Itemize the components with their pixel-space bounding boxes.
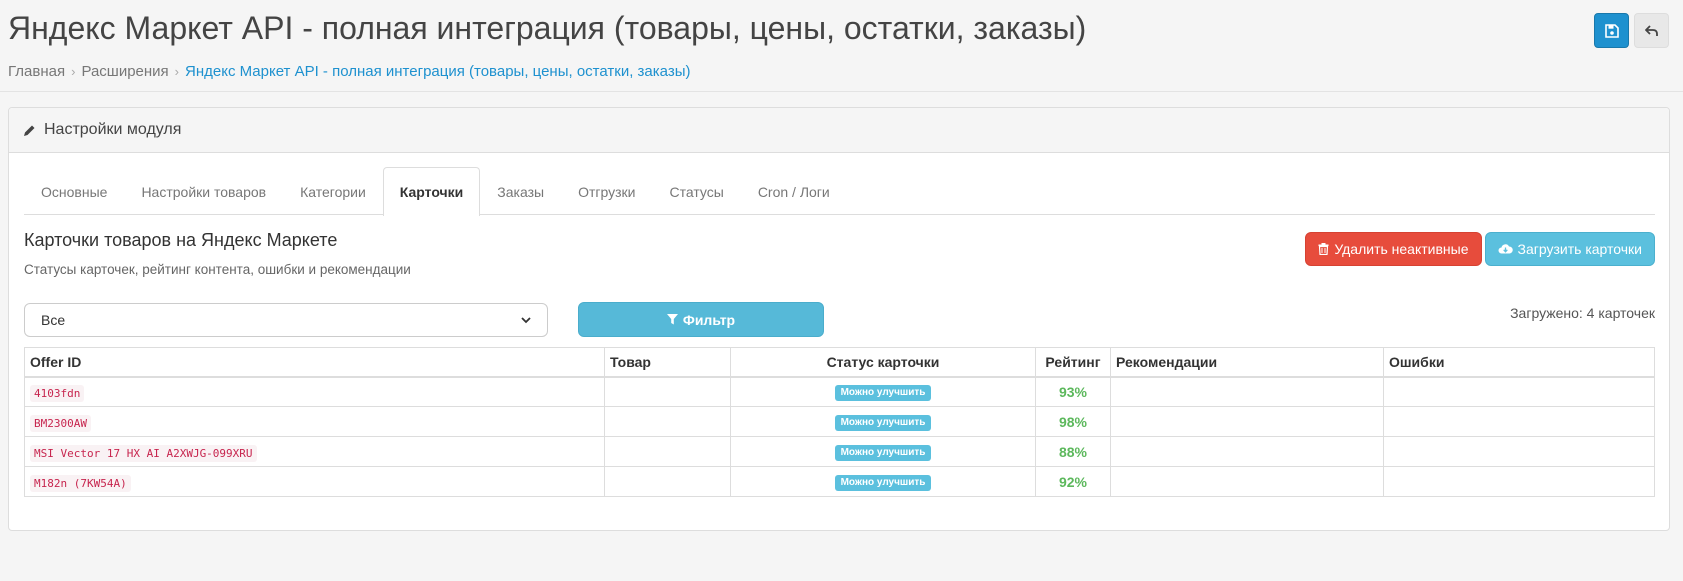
select-value: Все bbox=[41, 312, 66, 328]
delete-inactive-button[interactable]: Удалить неактивные bbox=[1305, 232, 1482, 266]
errors-cell bbox=[1383, 436, 1655, 467]
chevron-down-icon bbox=[521, 316, 531, 323]
filter-label: Фильтр bbox=[682, 311, 736, 328]
pencil-icon bbox=[24, 125, 35, 136]
table-header-row: Offer ID Товар Статус карточки Рейтинг Р… bbox=[24, 347, 1655, 378]
offer-id: 4103fdn bbox=[30, 384, 85, 402]
tab-categories[interactable]: Категории bbox=[283, 167, 383, 215]
table-row: BM2300AW Можно улучшить 98% bbox=[24, 406, 1655, 437]
breadcrumb-separator: › bbox=[71, 64, 76, 79]
recommendations-cell bbox=[1110, 406, 1384, 437]
save-button[interactable] bbox=[1594, 13, 1629, 48]
offer-id: M182n (7KW54A) bbox=[30, 474, 131, 492]
column-header-card-status[interactable]: Статус карточки bbox=[730, 347, 1036, 378]
page-title: Яндекс Маркет API - полная интеграция (т… bbox=[8, 10, 1087, 46]
recommendations-cell bbox=[1110, 466, 1384, 497]
breadcrumb: Главная › Расширения › Яндекс Маркет API - п… bbox=[8, 63, 690, 80]
table-row: MSI Vector 17 HX AI A2XWJG-099XRU Можно … bbox=[24, 436, 1655, 467]
breadcrumb-extensions[interactable]: Расширения bbox=[81, 63, 168, 80]
offer-id: BM2300AW bbox=[30, 414, 91, 432]
breadcrumb-separator: › bbox=[174, 64, 180, 79]
tab-orders[interactable]: Заказы bbox=[480, 167, 561, 215]
delete-inactive-label: Удалить неактивные bbox=[1334, 241, 1469, 257]
column-header-recommendations[interactable]: Рекомендации bbox=[1110, 347, 1384, 378]
rating-value: 98% bbox=[1058, 413, 1088, 430]
tab-shipments[interactable]: Отгрузки bbox=[561, 167, 652, 215]
load-cards-label: Загрузить карточки bbox=[1517, 241, 1642, 257]
column-header-offer-id[interactable]: Offer ID bbox=[24, 347, 605, 378]
save-icon bbox=[1604, 23, 1619, 38]
status-badge: Можно улучшить bbox=[834, 415, 932, 431]
rating-value: 93% bbox=[1058, 383, 1088, 400]
column-header-rating[interactable]: Рейтинг bbox=[1035, 347, 1111, 378]
table-row: M182n (7KW54A) Можно улучшить 92% bbox=[24, 466, 1655, 497]
errors-cell bbox=[1383, 406, 1655, 437]
table-row: 4103fdn Можно улучшить 93% bbox=[24, 376, 1655, 407]
product-cell bbox=[604, 436, 731, 467]
errors-cell bbox=[1383, 376, 1655, 407]
status-badge: Можно улучшить bbox=[834, 445, 932, 461]
product-cell bbox=[604, 376, 731, 407]
tabs: Основные Настройки товаров Категории Кар… bbox=[24, 167, 1655, 216]
back-button[interactable] bbox=[1634, 13, 1669, 48]
errors-cell bbox=[1383, 466, 1655, 497]
panel-heading: Настройки модуля bbox=[9, 108, 1669, 153]
rating-value: 92% bbox=[1058, 473, 1088, 490]
column-header-errors[interactable]: Ошибки bbox=[1383, 347, 1655, 378]
loaded-count: Загружено: 4 карточек bbox=[1510, 305, 1655, 321]
tab-product-settings[interactable]: Настройки товаров bbox=[124, 167, 283, 215]
breadcrumb-current[interactable]: Яндекс Маркет API - полная интеграция (т… bbox=[185, 63, 690, 80]
tab-cards[interactable]: Карточки bbox=[382, 167, 481, 216]
recommendations-cell bbox=[1110, 436, 1384, 467]
filter-button[interactable]: Фильтр bbox=[578, 302, 824, 337]
cards-table: Offer ID Товар Статус карточки Рейтинг Р… bbox=[24, 347, 1655, 497]
offer-id: MSI Vector 17 HX AI A2XWJG-099XRU bbox=[30, 444, 257, 462]
tab-statuses[interactable]: Статусы bbox=[652, 167, 740, 215]
product-cell bbox=[604, 466, 731, 497]
module-settings-panel: Настройки модуля Основные Настройки това… bbox=[8, 107, 1670, 531]
rating-value: 88% bbox=[1058, 443, 1088, 460]
section-title: Карточки товаров на Яндекс Маркете bbox=[24, 230, 338, 250]
filter-icon bbox=[666, 314, 678, 325]
status-badge: Можно улучшить bbox=[834, 385, 932, 402]
recommendations-cell bbox=[1110, 376, 1384, 407]
cloud-download-icon bbox=[1498, 244, 1513, 254]
page-header: Яндекс Маркет API - полная интеграция (т… bbox=[0, 0, 1683, 92]
column-header-product[interactable]: Товар bbox=[604, 347, 731, 378]
product-cell bbox=[604, 406, 731, 437]
breadcrumb-home[interactable]: Главная bbox=[8, 63, 65, 80]
reply-icon bbox=[1644, 24, 1658, 36]
panel-title: Настройки модуля bbox=[44, 121, 182, 138]
status-badge: Можно улучшить bbox=[834, 475, 932, 491]
trash-icon bbox=[1318, 243, 1329, 255]
load-cards-button[interactable]: Загрузить карточки bbox=[1484, 232, 1655, 266]
tab-main[interactable]: Основные bbox=[24, 167, 124, 215]
section-subtitle: Статусы карточек, рейтинг контента, ошиб… bbox=[24, 262, 411, 277]
status-filter-select[interactable]: Все bbox=[24, 303, 548, 337]
tab-cron-logs[interactable]: Cron / Логи bbox=[741, 167, 847, 215]
